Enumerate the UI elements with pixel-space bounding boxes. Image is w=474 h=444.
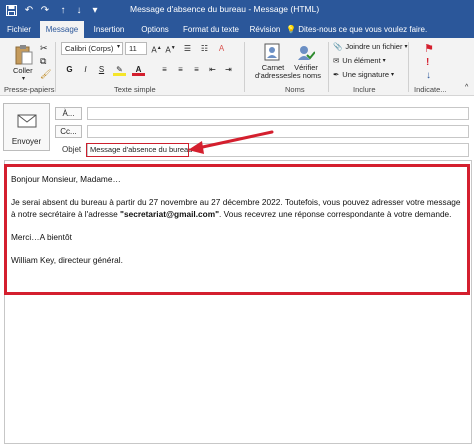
align-left-icon[interactable]: ≡: [158, 63, 171, 76]
absence-paragraph: Je serai absent du bureau à partir du 27…: [11, 197, 466, 220]
group-label-tags: Indicate...: [414, 85, 447, 94]
red-arrow-icon: [188, 130, 274, 154]
attach-file-button[interactable]: 📎 Joindre un fichier ▾: [333, 42, 407, 51]
customize-toolbar-icon[interactable]: ▾: [88, 3, 102, 17]
undo-icon[interactable]: ↶: [22, 3, 36, 17]
font-size-select[interactable]: 11: [125, 42, 147, 55]
font-size-value: 11: [129, 44, 137, 53]
title-bar: ↶ ↷ ↑ ↓ ▾ Message d'absence du bureau - …: [0, 0, 474, 21]
separator: [328, 42, 329, 92]
check-names-button[interactable]: Vérifier les noms: [290, 64, 322, 80]
chevron-down-icon: ▾: [391, 72, 395, 78]
separator: [408, 42, 409, 92]
subject-highlight-box: [86, 143, 189, 157]
envelope-icon: ✉: [333, 56, 340, 65]
flag-icon[interactable]: ⚑: [424, 42, 434, 55]
group-label-clipboard: Presse-papiers: [4, 85, 55, 94]
font-name-value: Calibri (Corps): [65, 44, 114, 53]
save-icon[interactable]: [4, 3, 18, 17]
high-importance-icon[interactable]: !: [426, 57, 429, 68]
low-importance-icon[interactable]: ↓: [426, 70, 431, 81]
address-book-button[interactable]: Carnet d'adresses: [255, 64, 291, 80]
bold-button[interactable]: G: [63, 63, 76, 76]
grow-font-icon[interactable]: A▲: [150, 42, 163, 55]
font-color-icon[interactable]: A: [132, 63, 145, 76]
paste-icon[interactable]: [14, 44, 34, 65]
shrink-font-icon[interactable]: A▼: [164, 42, 177, 55]
cut-icon[interactable]: ✂: [40, 43, 48, 54]
numbering-icon[interactable]: ☷: [198, 42, 211, 55]
copy-icon[interactable]: ⧉: [40, 56, 46, 67]
send-label: Envoyer: [11, 137, 42, 146]
greeting-line: Bonjour Monsieur, Madame…: [11, 174, 121, 184]
to-button[interactable]: À...: [55, 107, 82, 120]
tab-message[interactable]: Message: [40, 21, 84, 38]
send-icon: [17, 114, 37, 128]
align-right-icon[interactable]: ≡: [190, 63, 203, 76]
download-icon[interactable]: ↓: [72, 3, 86, 17]
thanks-line: Merci…A bientôt: [11, 231, 72, 242]
secretary-email: "secretariat@gmail.com": [120, 208, 220, 219]
signature-icon: ✒: [333, 70, 340, 79]
chevron-down-icon: ▾: [382, 58, 386, 64]
bullets-icon[interactable]: ☰: [181, 42, 194, 55]
group-label-names: Noms: [285, 85, 305, 94]
tell-me-search[interactable]: 💡 Dites-nous ce que vous voulez faire.: [286, 21, 427, 38]
absence-text-end: . Vous recevrez une réponse correspondan…: [219, 208, 452, 219]
separator: [55, 42, 56, 92]
cc-button[interactable]: Cc...: [55, 125, 82, 138]
tell-me-text: Dites-nous ce que vous voulez faire.: [298, 25, 428, 34]
signature-label: Une signature: [342, 70, 389, 79]
send-button[interactable]: Envoyer: [3, 103, 50, 151]
paste-button[interactable]: Coller: [13, 66, 33, 75]
underline-button[interactable]: S: [95, 63, 108, 76]
address-book-icon[interactable]: [262, 42, 282, 62]
to-field[interactable]: [87, 107, 469, 120]
cc-field[interactable]: [87, 125, 469, 138]
group-label-include: Inclure: [353, 85, 376, 94]
signature-button[interactable]: ✒ Une signature ▾: [333, 70, 394, 79]
message-text[interactable]: Bonjour Monsieur, Madame… Je serai absen…: [11, 174, 466, 278]
decrease-indent-icon[interactable]: ⇤: [206, 63, 219, 76]
paperclip-icon: 📎: [333, 42, 343, 51]
chevron-down-icon: ▾: [117, 44, 121, 50]
tab-insert[interactable]: Insertion: [87, 21, 131, 38]
tab-review[interactable]: Révision: [249, 21, 281, 38]
paste-dropdown-icon[interactable]: ▾: [22, 75, 25, 82]
collapse-ribbon-icon[interactable]: ^: [465, 84, 468, 91]
window-title: Message d'absence du bureau - Message (H…: [130, 4, 320, 14]
check-names-icon[interactable]: [295, 42, 316, 62]
signature-line: William Key, directeur général.: [11, 254, 123, 265]
increase-indent-icon[interactable]: ⇥: [222, 63, 235, 76]
upload-icon[interactable]: ↑: [56, 3, 70, 17]
ribbon-tabs: Fichier Message Insertion Options Format…: [0, 21, 474, 38]
redo-icon[interactable]: ↷: [38, 3, 52, 17]
attach-file-label: Joindre un fichier: [345, 42, 403, 51]
attach-item-button[interactable]: ✉ Un élément ▾: [333, 56, 386, 65]
ribbon: Coller ▾ ✂ ⧉ 🖌 Presse-papiers Calibri (C…: [0, 38, 474, 96]
tab-format-text[interactable]: Format du texte: [181, 21, 241, 38]
tab-file[interactable]: Fichier: [4, 21, 34, 38]
align-center-icon[interactable]: ≡: [174, 63, 187, 76]
subject-label: Objet: [62, 145, 82, 154]
highlight-icon[interactable]: ✎: [113, 63, 126, 76]
separator: [244, 42, 245, 92]
clear-format-icon[interactable]: A: [215, 42, 228, 55]
lightbulb-icon: 💡: [286, 25, 296, 34]
font-name-select[interactable]: Calibri (Corps): [61, 42, 123, 55]
tab-options[interactable]: Options: [137, 21, 173, 38]
italic-button[interactable]: I: [79, 63, 92, 76]
format-painter-icon[interactable]: 🖌: [40, 69, 51, 80]
group-label-basic-text: Texte simple: [114, 85, 156, 94]
attach-item-label: Un élément: [342, 56, 381, 65]
